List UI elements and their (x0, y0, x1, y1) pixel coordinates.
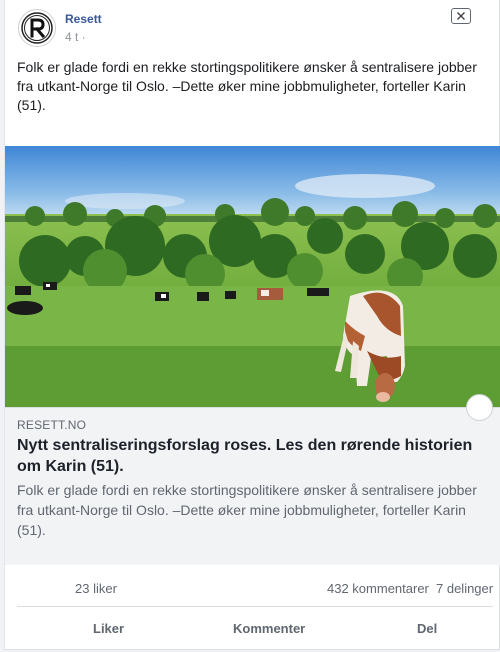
likes-count[interactable]: 23 liker (75, 581, 117, 596)
resett-logo-icon (21, 12, 53, 44)
comment-button[interactable]: Kommenter (233, 621, 305, 636)
comments-count[interactable]: 432 kommentarer (327, 581, 429, 596)
share-button[interactable]: Del (417, 621, 437, 636)
link-description: Folk er glade fordi en rekke stortingspo… (17, 482, 477, 538)
shares-count[interactable]: 7 delinger (436, 581, 493, 596)
divider (17, 606, 493, 607)
post-card: Resett 4 t · Folk er glade fordi en rekk… (4, 0, 500, 650)
page-name-link[interactable]: Resett (65, 12, 102, 26)
circle-marker-icon[interactable] (466, 394, 493, 421)
action-bar: Liker Kommenter Del (5, 608, 500, 648)
cows-meadow-image (5, 146, 500, 407)
close-button[interactable] (451, 8, 471, 24)
page-avatar[interactable] (18, 9, 56, 47)
close-icon (457, 12, 465, 20)
post-timestamp[interactable]: 4 t · (65, 30, 86, 44)
link-domain: RESETT.NO (17, 418, 87, 432)
link-headline[interactable]: Nytt sentraliseringsforslag roses. Les d… (17, 435, 487, 477)
link-preview-image[interactable] (5, 146, 500, 407)
post-text: Folk er glade fordi en rekke stortingspo… (17, 59, 477, 113)
link-preview-info[interactable]: RESETT.NO Nytt sentraliseringsforslag ro… (5, 394, 500, 565)
like-button[interactable]: Liker (93, 621, 124, 636)
reaction-stats: 23 liker 432 kommentarer 7 delinger (5, 566, 500, 606)
